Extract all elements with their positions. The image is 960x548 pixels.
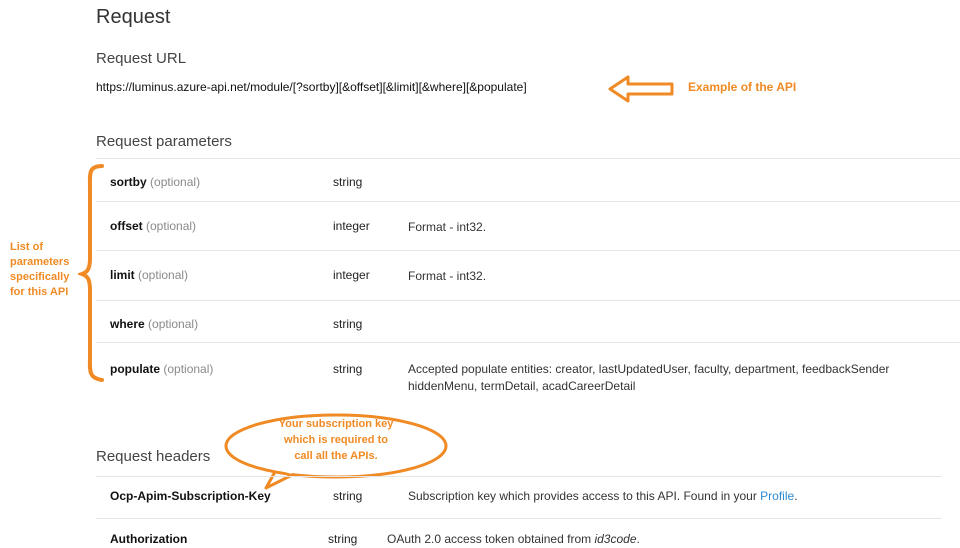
url-annotation: Example of the API xyxy=(688,80,797,94)
header-type: string xyxy=(328,532,358,546)
param-name-offset: offset (optional) xyxy=(110,219,197,233)
header-description: Subscription key which provides access t… xyxy=(408,489,798,503)
param-name-limit: limit (optional) xyxy=(110,268,189,282)
param-type: integer xyxy=(333,268,370,282)
request-headers-heading: Request headers xyxy=(96,448,211,465)
header-description: OAuth 2.0 access token obtained from id3… xyxy=(387,532,640,546)
divider xyxy=(96,158,960,159)
request-url-heading: Request URL xyxy=(96,50,187,67)
param-name-sortby: sortby (optional) xyxy=(110,175,201,189)
divider xyxy=(96,342,960,343)
request-parameters-heading: Request parameters xyxy=(96,133,232,150)
divider xyxy=(96,518,942,519)
header-type: string xyxy=(333,489,363,503)
param-type: string xyxy=(333,362,363,376)
header-name-authorization: Authorization xyxy=(110,532,188,546)
param-name-populate: populate (optional) xyxy=(110,362,214,376)
param-description: Format - int32. xyxy=(408,220,487,234)
request-url: https://luminus.azure-api.net/module/[?s… xyxy=(96,80,527,94)
brace-icon xyxy=(78,164,104,382)
header-name-subscription-key: Ocp-Apim-Subscription-Key xyxy=(110,489,271,503)
parameters-annotation: List of parameters specifically for this… xyxy=(10,241,70,298)
page-title: Request xyxy=(96,6,171,28)
param-type: string xyxy=(333,175,363,189)
divider xyxy=(96,250,960,251)
divider xyxy=(96,476,942,477)
profile-link[interactable]: Profile xyxy=(760,489,794,503)
param-description: Accepted populate entities: creator, las… xyxy=(408,362,890,393)
param-name-where: where (optional) xyxy=(110,317,199,331)
param-type: string xyxy=(333,317,363,331)
left-arrow-icon xyxy=(608,75,674,103)
param-type: integer xyxy=(333,219,370,233)
divider xyxy=(96,201,960,202)
subscription-key-callout: Your subscription key which is required … xyxy=(278,418,394,462)
param-description: Format - int32. xyxy=(408,269,487,283)
divider xyxy=(96,300,960,301)
